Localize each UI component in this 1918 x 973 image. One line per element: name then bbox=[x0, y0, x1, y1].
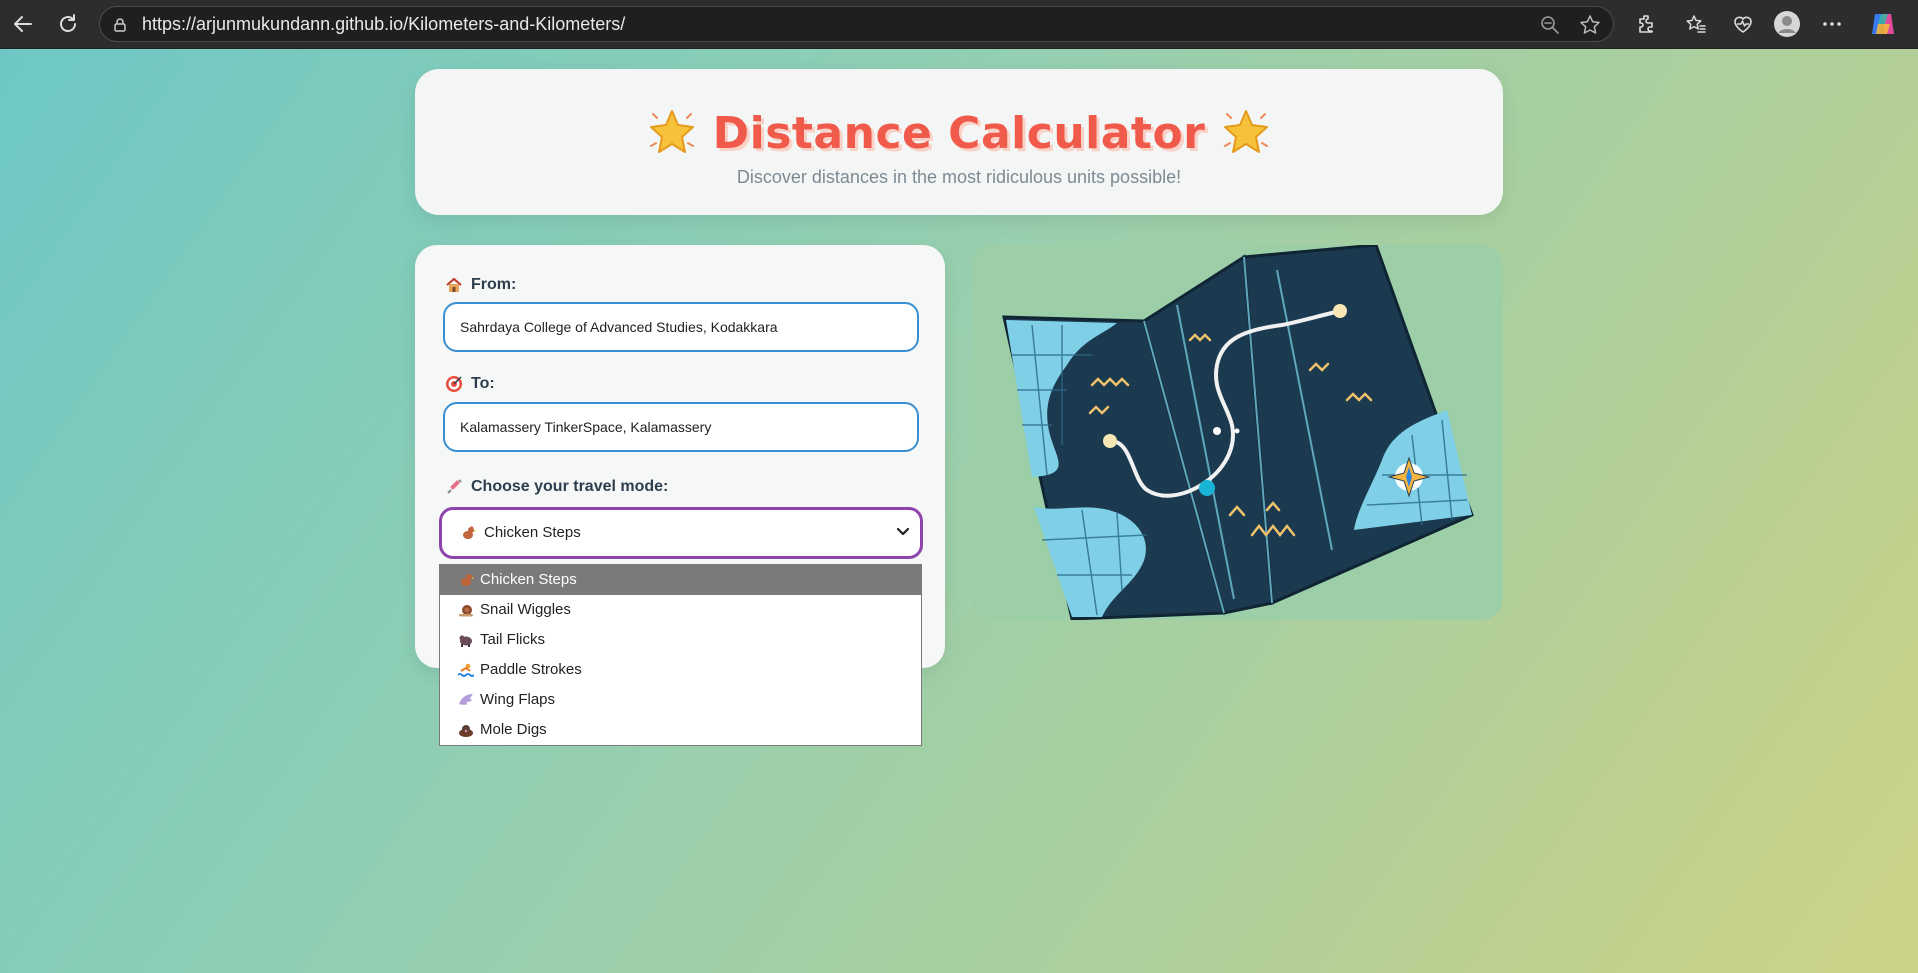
puzzle-icon bbox=[1639, 15, 1653, 33]
reload-button[interactable] bbox=[53, 9, 83, 39]
reload-icon bbox=[60, 14, 76, 32]
target-icon bbox=[445, 375, 463, 393]
option-label: Wing Flaps bbox=[480, 691, 556, 708]
back-arrow-icon bbox=[14, 16, 32, 32]
to-label-text: To: bbox=[471, 375, 495, 392]
travel-mode-value: Chicken Steps bbox=[484, 524, 581, 541]
house-icon bbox=[445, 276, 463, 294]
profile-button[interactable] bbox=[1772, 9, 1802, 39]
mole-icon bbox=[458, 722, 474, 738]
address-bar[interactable]: https://arjunmukundann.github.io/Kilomet… bbox=[99, 6, 1614, 42]
chevron-down-icon bbox=[896, 527, 910, 536]
more-menu-button[interactable] bbox=[1817, 9, 1847, 39]
extensions-button[interactable] bbox=[1632, 9, 1662, 39]
dropdown-option[interactable]: Chicken Steps bbox=[440, 565, 921, 595]
sparkle-star-icon bbox=[649, 110, 694, 153]
from-label: From: bbox=[445, 274, 516, 296]
avatar-icon bbox=[1774, 11, 1800, 37]
option-label: Snail Wiggles bbox=[480, 601, 571, 618]
sparkle-star-icon bbox=[1224, 110, 1269, 153]
map-illustration-card bbox=[972, 243, 1503, 621]
browser-toolbar: https://arjunmukundann.github.io/Kilomet… bbox=[0, 0, 1918, 49]
heart-pulse-icon bbox=[1734, 16, 1752, 33]
dropdown-option[interactable]: Tail Flicks bbox=[440, 625, 921, 655]
folded-map-illustration bbox=[1002, 243, 1474, 621]
ellipsis-icon bbox=[1823, 22, 1841, 26]
zoom-out-icon[interactable] bbox=[1536, 11, 1564, 39]
health-button[interactable] bbox=[1728, 9, 1758, 39]
mode-label: Choose your travel mode: bbox=[445, 476, 668, 498]
beaver-icon bbox=[458, 632, 474, 648]
page-title: Distance Calculator bbox=[712, 107, 1206, 159]
option-label: Tail Flicks bbox=[480, 631, 546, 648]
copilot-icon bbox=[1872, 14, 1894, 34]
favorite-star-icon[interactable] bbox=[1576, 11, 1604, 39]
site-info-icon[interactable] bbox=[110, 15, 130, 35]
to-label: To: bbox=[445, 373, 495, 395]
mode-label-text: Choose your travel mode: bbox=[471, 478, 669, 495]
travel-mode-dropdown: Chicken Steps Snail Wiggles Tail Flicks … bbox=[439, 564, 922, 746]
dropdown-option[interactable]: Snail Wiggles bbox=[440, 595, 921, 625]
chicken-icon bbox=[458, 572, 474, 588]
option-label: Paddle Strokes bbox=[480, 661, 582, 678]
dropdown-option[interactable]: Paddle Strokes bbox=[440, 655, 921, 685]
option-label: Chicken Steps bbox=[480, 571, 577, 588]
wing-icon bbox=[458, 692, 474, 708]
url-text[interactable]: https://arjunmukundann.github.io/Kilomet… bbox=[142, 7, 625, 41]
syringe-icon bbox=[445, 478, 463, 496]
dropdown-option[interactable]: Wing Flaps bbox=[440, 685, 921, 715]
title-row: Distance Calculator bbox=[415, 103, 1503, 163]
option-label: Mole Digs bbox=[480, 721, 547, 738]
header-card: Distance Calculator Discover distances i… bbox=[415, 69, 1503, 215]
swimmer-icon bbox=[458, 662, 474, 678]
favorites-list-icon bbox=[1686, 15, 1706, 33]
from-label-text: From: bbox=[471, 276, 517, 293]
snail-icon bbox=[458, 602, 474, 618]
from-input[interactable]: Sahrdaya College of Advanced Studies, Ko… bbox=[443, 302, 919, 352]
back-button[interactable] bbox=[8, 9, 38, 39]
copilot-button[interactable] bbox=[1868, 9, 1898, 39]
travel-mode-select[interactable]: Chicken Steps bbox=[439, 507, 923, 559]
favorites-button[interactable] bbox=[1681, 9, 1711, 39]
dropdown-option[interactable]: Mole Digs bbox=[440, 715, 921, 745]
page-subtitle: Discover distances in the most ridiculou… bbox=[736, 167, 1182, 187]
chicken-icon bbox=[460, 525, 476, 541]
to-input[interactable]: Kalamassery TinkerSpace, Kalamassery bbox=[443, 402, 919, 452]
